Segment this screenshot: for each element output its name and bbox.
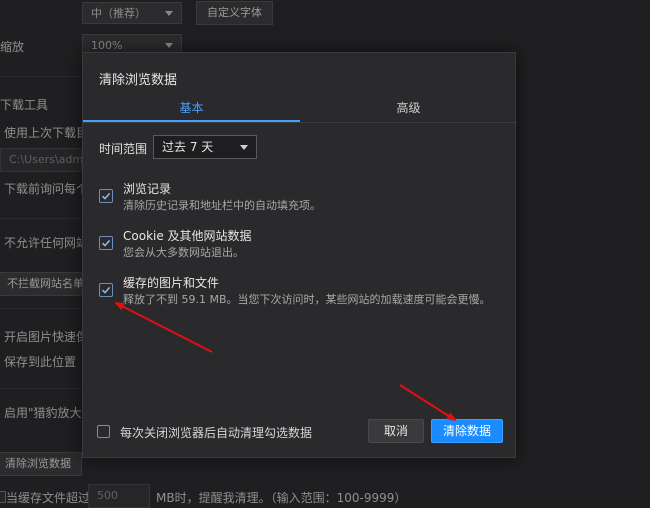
clear-browsing-data-dialog: 清除浏览数据 基本 高级 时间范围 过去 7 天 浏览记录 清除历史记录和地址栏… — [82, 52, 517, 458]
cookies-title: Cookie 及其他网站数据 — [123, 229, 252, 243]
divider — [0, 388, 82, 389]
clear-data-button[interactable]: 清除数据 — [431, 419, 503, 443]
checkmark-icon — [101, 192, 111, 200]
checkmark-icon — [101, 239, 111, 247]
browsing-history-checkbox[interactable] — [99, 189, 113, 203]
dialog-title: 清除浏览数据 — [99, 73, 178, 88]
divider — [0, 308, 82, 309]
chevron-down-icon — [240, 145, 248, 150]
checkmark-icon — [101, 286, 111, 294]
cached-files-desc: 释放了不到 59.1 MB。当您下次访问时，某些网站的加载速度可能会更慢。 — [123, 293, 491, 306]
zoom-select-value: 100% — [91, 39, 123, 52]
chevron-down-icon — [165, 43, 173, 48]
cheetah-zoom-option[interactable]: 启用"猎豹放大镜 — [4, 404, 94, 421]
tab-basic[interactable]: 基本 — [83, 99, 300, 119]
cookies-checkbox[interactable] — [99, 236, 113, 250]
disallow-sites-option[interactable]: 不允许任何网站 — [4, 234, 88, 251]
cache-exceed-label: 当缓存文件超过 — [6, 491, 91, 505]
cancel-button[interactable]: 取消 — [368, 419, 424, 443]
browsing-history-title: 浏览记录 — [123, 182, 172, 196]
time-range-value: 过去 7 天 — [162, 140, 214, 154]
zoom-label: 缩放 — [0, 40, 25, 54]
cached-files-checkbox[interactable] — [99, 283, 113, 297]
image-quick-save-option[interactable]: 开启图片快速保 — [4, 328, 88, 345]
font-size-select-value: 中（推荐） — [91, 7, 146, 20]
save-to-location-option[interactable]: 保存到此位置 — [4, 353, 76, 370]
browsing-history-desc: 清除历史记录和地址栏中的自动填充项。 — [123, 199, 321, 212]
auto-clear-label: 每次关闭浏览器后自动清理勾选数据 — [120, 426, 313, 440]
tab-divider — [83, 122, 517, 123]
ask-before-download[interactable]: 下载前询问每个 — [4, 180, 88, 197]
download-tool-label: 下载工具 — [0, 98, 49, 112]
use-last-download-dir[interactable]: 使用上次下载目 — [4, 124, 88, 141]
time-range-select[interactable]: 过去 7 天 — [153, 135, 257, 159]
custom-font-button[interactable]: 自定义字体 — [196, 1, 273, 25]
divider — [0, 76, 82, 77]
cookies-desc: 您会从大多数网站退出。 — [123, 246, 244, 259]
chevron-down-icon — [165, 11, 173, 16]
cache-suffix-label: MB时，提醒我清理。（输入范围：100-9999） — [156, 491, 407, 505]
download-path-input[interactable]: C:\Users\adm — [0, 148, 83, 172]
clear-browsing-data-button[interactable]: 清除浏览数据 — [0, 452, 82, 476]
no-block-list-button[interactable]: 不拦截网站名单 — [0, 272, 95, 296]
time-range-label: 时间范围 — [99, 142, 148, 156]
cache-size-input[interactable]: 500 — [88, 484, 150, 508]
divider — [0, 218, 82, 219]
tab-advanced[interactable]: 高级 — [300, 99, 517, 119]
auto-clear-checkbox[interactable] — [97, 425, 110, 438]
font-size-select[interactable]: 中（推荐） — [82, 2, 182, 24]
cached-files-title: 缓存的图片和文件 — [123, 276, 220, 290]
